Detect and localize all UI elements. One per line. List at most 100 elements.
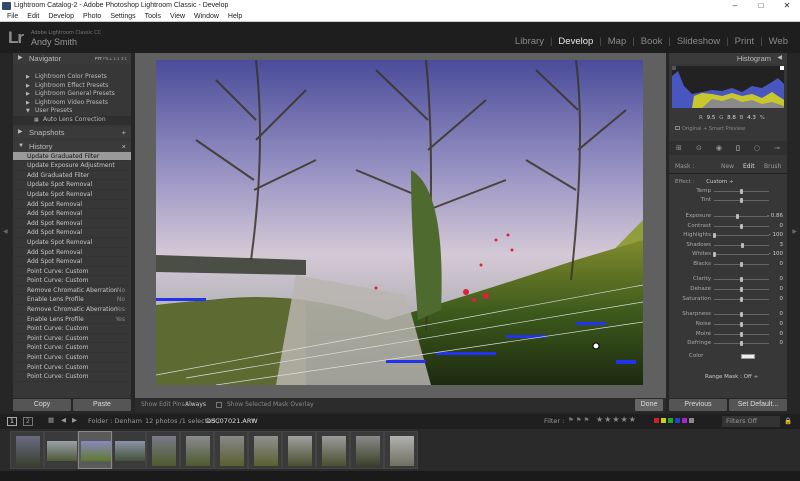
lock-icon[interactable]: 🔒 bbox=[784, 417, 792, 425]
zoom-fill[interactable]: FILL bbox=[103, 56, 112, 61]
slider-value[interactable]: 0 bbox=[780, 340, 784, 346]
slider-thumb[interactable] bbox=[740, 277, 743, 282]
slider-clarity[interactable]: Clarity 0 bbox=[669, 275, 787, 285]
history-item[interactable]: Add Graduated Filter bbox=[13, 171, 131, 181]
back-arrow-icon[interactable]: ◀ bbox=[61, 416, 66, 424]
right-panel-toggle-icon[interactable]: ▶ bbox=[792, 228, 797, 235]
slider-blacks[interactable]: Blacks 0 bbox=[669, 260, 787, 270]
history-item[interactable]: Point Curve: Custom bbox=[13, 363, 131, 373]
slider-value[interactable]: - 100 bbox=[769, 232, 783, 238]
secondary-screen-button[interactable]: 2 bbox=[23, 417, 33, 426]
filmstrip-thumbnail[interactable] bbox=[180, 431, 214, 469]
photo-preview[interactable] bbox=[156, 60, 643, 385]
history-item[interactable]: Point Curve: Custom bbox=[13, 324, 131, 334]
range-mask-select[interactable]: Range Mask : Off ÷ bbox=[705, 374, 758, 380]
slider-value[interactable]: - 0.86 bbox=[767, 213, 783, 219]
slider-thumb[interactable] bbox=[740, 198, 743, 203]
history-item-selected[interactable]: Update Graduated Filter bbox=[13, 151, 131, 162]
history-item[interactable]: Enable Lens Profile No bbox=[13, 295, 131, 306]
close-button[interactable]: ✕ bbox=[774, 0, 800, 12]
red-eye-icon[interactable]: ◉ bbox=[716, 144, 722, 152]
slider-value[interactable]: 0 bbox=[780, 311, 784, 317]
slider-thumb[interactable] bbox=[741, 243, 745, 248]
menu-help[interactable]: Help bbox=[228, 12, 242, 21]
slider-thumb[interactable] bbox=[740, 312, 743, 317]
filmstrip-thumbnail[interactable] bbox=[214, 431, 248, 469]
histogram-graph[interactable] bbox=[672, 66, 784, 108]
filmstrip-scrollbar[interactable] bbox=[0, 471, 800, 481]
slider-dehaze[interactable]: Dehaze 0 bbox=[669, 285, 787, 295]
slider-thumb[interactable] bbox=[740, 322, 743, 327]
filmstrip-thumbnail[interactable] bbox=[316, 431, 350, 469]
menu-view[interactable]: View bbox=[170, 12, 185, 21]
slider-thumb[interactable] bbox=[740, 341, 743, 346]
filmstrip-thumbnail[interactable] bbox=[282, 431, 316, 469]
filmstrip-thumbnail[interactable] bbox=[10, 431, 44, 469]
mask-tab-new[interactable]: New bbox=[721, 163, 734, 170]
module-print[interactable]: Print bbox=[729, 36, 761, 47]
slider-whites[interactable]: Whites - 100 bbox=[669, 250, 787, 260]
mask-tab-edit[interactable]: Edit bbox=[743, 163, 755, 170]
color-swatch[interactable] bbox=[741, 354, 755, 359]
history-header[interactable]: ▼ History × bbox=[13, 140, 131, 152]
history-item[interactable]: Remove Chromatic Aberration No bbox=[13, 286, 131, 296]
slider-thumb[interactable] bbox=[740, 189, 743, 194]
history-item[interactable]: Point Curve: Custom bbox=[13, 343, 131, 354]
copy-button[interactable]: Copy bbox=[13, 399, 71, 411]
filmstrip-thumbnail[interactable] bbox=[44, 431, 78, 469]
history-item[interactable]: Add Spot Removal bbox=[13, 200, 131, 210]
menu-settings[interactable]: Settings bbox=[110, 12, 135, 21]
module-book[interactable]: Book bbox=[635, 36, 669, 47]
maximize-button[interactable]: □ bbox=[748, 0, 774, 12]
slider-thumb[interactable] bbox=[740, 287, 743, 292]
show-edit-pins-select[interactable]: Always bbox=[185, 401, 206, 408]
slider-thumb[interactable] bbox=[735, 214, 739, 219]
slider-thumb[interactable] bbox=[712, 252, 716, 257]
history-item[interactable]: Update Spot Removal bbox=[13, 190, 131, 200]
slider-value[interactable]: 0 bbox=[780, 276, 784, 282]
filmstrip-thumbnail[interactable] bbox=[146, 431, 180, 469]
history-item[interactable]: Remove Chromatic Aberration Yes bbox=[13, 305, 131, 315]
slider-highlights[interactable]: Highlights - 100 bbox=[669, 231, 787, 241]
highlight-clipping-indicator[interactable] bbox=[780, 66, 784, 70]
slider-saturation[interactable]: Saturation 0 bbox=[669, 295, 787, 305]
slider-thumb[interactable] bbox=[740, 297, 743, 302]
history-item[interactable]: Enable Lens Profile Yes bbox=[13, 315, 131, 325]
filmstrip-thumbnail[interactable] bbox=[112, 431, 146, 469]
shadow-clipping-indicator[interactable] bbox=[672, 66, 676, 70]
selected-file-name[interactable]: DSC07021.ARW bbox=[206, 417, 258, 425]
module-library[interactable]: Library bbox=[509, 36, 550, 47]
slider-thumb[interactable] bbox=[740, 224, 743, 229]
mask-tab-brush[interactable]: Brush bbox=[764, 163, 781, 170]
crop-tool-icon[interactable]: ⊞ bbox=[676, 144, 682, 152]
history-item[interactable]: Update Spot Removal bbox=[13, 238, 131, 248]
clear-history-icon[interactable]: × bbox=[122, 141, 126, 152]
preset-group[interactable]: ▶ Lightroom Video Presets bbox=[13, 99, 131, 108]
navigator-header[interactable]: ▶ Navigator FIT FILL 1:1 3:1 bbox=[13, 53, 131, 64]
done-button[interactable]: Done bbox=[635, 399, 663, 411]
slider-value[interactable]: 0 bbox=[780, 261, 784, 267]
slider-value[interactable]: 3 bbox=[780, 242, 784, 248]
zoom-fit[interactable]: FIT bbox=[95, 56, 102, 61]
graduated-filter-icon[interactable]: ▯ bbox=[736, 144, 740, 152]
preset-group[interactable]: ▼ User Presets bbox=[13, 107, 131, 116]
filmstrip-thumbnail-selected[interactable] bbox=[78, 431, 112, 469]
slider-track[interactable] bbox=[714, 254, 769, 255]
menu-develop[interactable]: Develop bbox=[48, 12, 74, 21]
spot-removal-icon[interactable]: ⊙ bbox=[696, 144, 702, 152]
history-item[interactable]: Point Curve: Custom bbox=[13, 372, 131, 382]
rating-filter-stars[interactable]: ★★★★★ bbox=[596, 415, 637, 424]
history-item[interactable]: Point Curve: Custom bbox=[13, 353, 131, 363]
minimize-button[interactable]: – bbox=[722, 0, 748, 12]
slider-tint[interactable]: Tint bbox=[669, 196, 787, 206]
history-item[interactable]: Update Exposure Adjustment bbox=[13, 161, 131, 171]
blue-label-filter[interactable] bbox=[675, 418, 680, 423]
slider-value[interactable]: - 100 bbox=[769, 251, 783, 257]
preset-group[interactable]: ▶ Lightroom Effect Presets bbox=[13, 82, 131, 91]
slider-value[interactable]: 0 bbox=[780, 286, 784, 292]
zoom-3-1[interactable]: 3:1 bbox=[121, 56, 127, 61]
menu-file[interactable]: File bbox=[7, 12, 18, 21]
history-item[interactable]: Point Curve: Custom bbox=[13, 267, 131, 277]
file-dropdown-icon[interactable]: ▾ bbox=[252, 416, 255, 424]
histogram-header[interactable]: Histogram ◀ bbox=[669, 53, 787, 64]
